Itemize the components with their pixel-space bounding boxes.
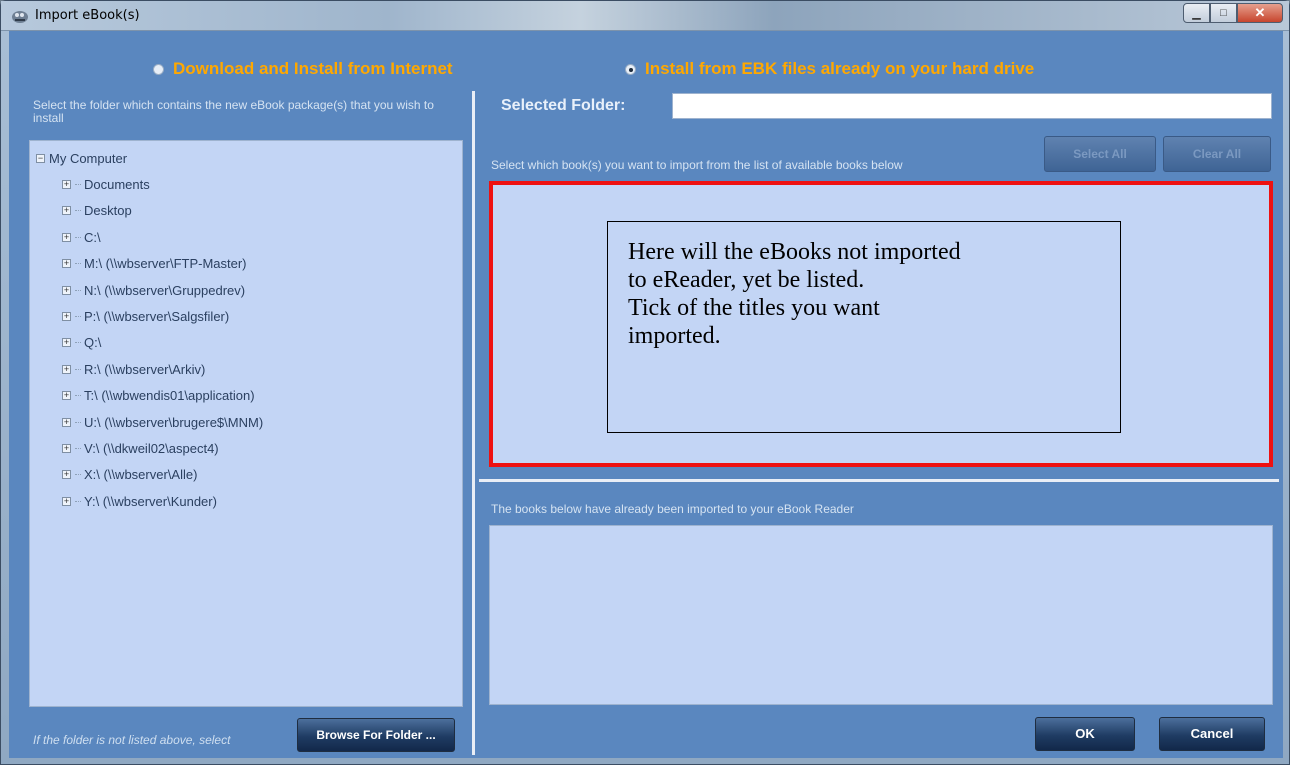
tree-connector — [75, 236, 81, 238]
tree-item[interactable]: + Q:\ — [30, 330, 462, 356]
expand-icon[interactable]: + — [62, 285, 71, 295]
imported-books-list[interactable] — [489, 525, 1273, 705]
tree-connector — [75, 289, 81, 291]
browse-hint: If the folder is not listed above, selec… — [33, 733, 231, 747]
radio-local-label: Install from EBK files already on your h… — [645, 59, 1035, 78]
tree-item-label: M:\ (\\wbserver\FTP-Master) — [84, 256, 247, 272]
tree-item-label: Desktop — [84, 203, 132, 219]
expand-icon[interactable]: + — [62, 259, 71, 269]
window-title: Import eBook(s) — [35, 8, 140, 23]
available-books-hint: Select which book(s) you want to import … — [491, 158, 903, 172]
tree-connector — [75, 395, 81, 397]
tree-item-label: R:\ (\\wbserver\Arkiv) — [84, 361, 206, 377]
tree-item[interactable]: + N:\ (\\wbserver\Gruppedrev) — [30, 277, 462, 303]
tree-connector — [75, 421, 81, 423]
expand-icon[interactable]: + — [62, 496, 71, 506]
ok-button[interactable]: OK — [1035, 717, 1135, 751]
tree-connector — [75, 447, 81, 449]
tree-item[interactable]: + Documents — [30, 171, 462, 197]
tree-item[interactable]: + P:\ (\\wbserver\Salgsfiler) — [30, 303, 462, 329]
tree-item[interactable]: + Desktop — [30, 198, 462, 224]
expand-icon[interactable]: + — [62, 443, 71, 453]
tree-connector — [75, 184, 81, 186]
radio-selected-icon — [625, 63, 636, 75]
folder-hint: Select the folder which contains the new… — [33, 98, 434, 125]
close-icon: ✕ — [1254, 5, 1266, 20]
radio-download-label: Download and Install from Internet — [173, 59, 453, 78]
expand-icon[interactable]: + — [62, 312, 71, 322]
tree-root-label: My Computer — [49, 150, 128, 166]
tree-connector — [75, 474, 81, 476]
expand-icon[interactable]: + — [62, 364, 71, 374]
maximize-icon: □ — [1220, 7, 1227, 19]
clear-all-button[interactable]: Clear All — [1163, 136, 1271, 172]
tree-item-label: U:\ (\\wbserver\brugere$\MNM) — [84, 414, 264, 430]
window-controls: ▁ □ ✕ — [1183, 3, 1283, 23]
folder-pane: Select the folder which contains the new… — [23, 91, 475, 755]
tree-root-my-computer[interactable]: − My Computer — [30, 145, 462, 171]
tree-connector — [75, 368, 81, 370]
pane-divider — [479, 479, 1279, 482]
minimize-icon: ▁ — [1192, 7, 1201, 20]
selected-folder-label: Selected Folder: — [501, 97, 626, 114]
app-icon — [12, 11, 28, 23]
tree-item-label: X:\ (\\wbserver\Alle) — [84, 467, 198, 483]
expand-icon[interactable]: + — [62, 417, 71, 427]
minimize-button[interactable]: ▁ — [1183, 3, 1210, 23]
imported-books-hint: The books below have already been import… — [491, 502, 854, 516]
tree-connector — [75, 210, 81, 212]
note-line: Tick of the titles you want — [628, 295, 880, 321]
folder-tree[interactable]: − My Computer + Documents + Desktop + C:\ + M:\… — [29, 140, 463, 707]
tree-item-label: P:\ (\\wbserver\Salgsfiler) — [84, 309, 230, 325]
browse-folder-button[interactable]: Browse For Folder ... — [297, 718, 455, 752]
note-line: imported. — [628, 323, 721, 349]
dialog-body: Download and Install from Internet Insta… — [9, 31, 1283, 758]
tree-item-label: C:\ — [84, 229, 101, 245]
radio-install-local[interactable]: Install from EBK files already on your h… — [625, 59, 1034, 79]
tree-item[interactable]: + C:\ — [30, 224, 462, 250]
expand-icon[interactable]: + — [62, 232, 71, 242]
expand-icon[interactable]: + — [62, 391, 71, 401]
maximize-button[interactable]: □ — [1210, 3, 1237, 23]
tree-item-label: N:\ (\\wbserver\Gruppedrev) — [84, 282, 246, 298]
expand-icon[interactable]: + — [62, 180, 71, 190]
cancel-button[interactable]: Cancel — [1159, 717, 1265, 751]
close-button[interactable]: ✕ — [1237, 3, 1283, 23]
tree-item-label: V:\ (\\dkweil02\aspect4) — [84, 440, 219, 456]
tree-item[interactable]: + T:\ (\\wbwendis01\application) — [30, 383, 462, 409]
annotation-note: Here will the eBooks not imported to eRe… — [607, 221, 1121, 433]
note-line: to eReader, yet be listed. — [628, 267, 865, 293]
select-all-button[interactable]: Select All — [1044, 136, 1156, 172]
tree-item-label: Y:\ (\\wbserver\Kunder) — [84, 493, 217, 509]
expand-icon[interactable]: + — [62, 338, 71, 348]
source-options: Download and Install from Internet Insta… — [9, 31, 1283, 83]
expand-icon[interactable]: + — [62, 470, 71, 480]
radio-unselected-icon — [153, 63, 164, 75]
import-ebooks-window: Import eBook(s) ▁ □ ✕ Download and Insta… — [0, 0, 1290, 765]
tree-item-label: T:\ (\\wbwendis01\application) — [84, 388, 255, 404]
books-pane: Selected Folder: Select which book(s) yo… — [479, 91, 1279, 755]
tree-item-label: Documents — [84, 177, 150, 193]
tree-item[interactable]: + X:\ (\\wbserver\Alle) — [30, 462, 462, 488]
radio-download-internet[interactable]: Download and Install from Internet — [153, 59, 453, 79]
note-line: Here will the eBooks not imported — [628, 239, 961, 265]
tree-item[interactable]: + R:\ (\\wbserver\Arkiv) — [30, 356, 462, 382]
tree-item[interactable]: + Y:\ (\\wbserver\Kunder) — [30, 488, 462, 514]
tree-connector — [75, 263, 81, 265]
selected-folder-field[interactable] — [672, 93, 1272, 119]
tree-connector — [75, 316, 81, 318]
collapse-icon[interactable]: − — [36, 153, 45, 163]
title-bar[interactable]: Import eBook(s) ▁ □ ✕ — [1, 1, 1289, 31]
tree-item[interactable]: + V:\ (\\dkweil02\aspect4) — [30, 435, 462, 461]
tree-connector — [75, 342, 81, 344]
available-books-list[interactable]: Here will the eBooks not imported to eRe… — [489, 181, 1273, 467]
expand-icon[interactable]: + — [62, 206, 71, 216]
tree-item[interactable]: + M:\ (\\wbserver\FTP-Master) — [30, 251, 462, 277]
tree-connector — [75, 500, 81, 502]
tree-item-label: Q:\ — [84, 335, 102, 351]
tree-item[interactable]: + U:\ (\\wbserver\brugere$\MNM) — [30, 409, 462, 435]
